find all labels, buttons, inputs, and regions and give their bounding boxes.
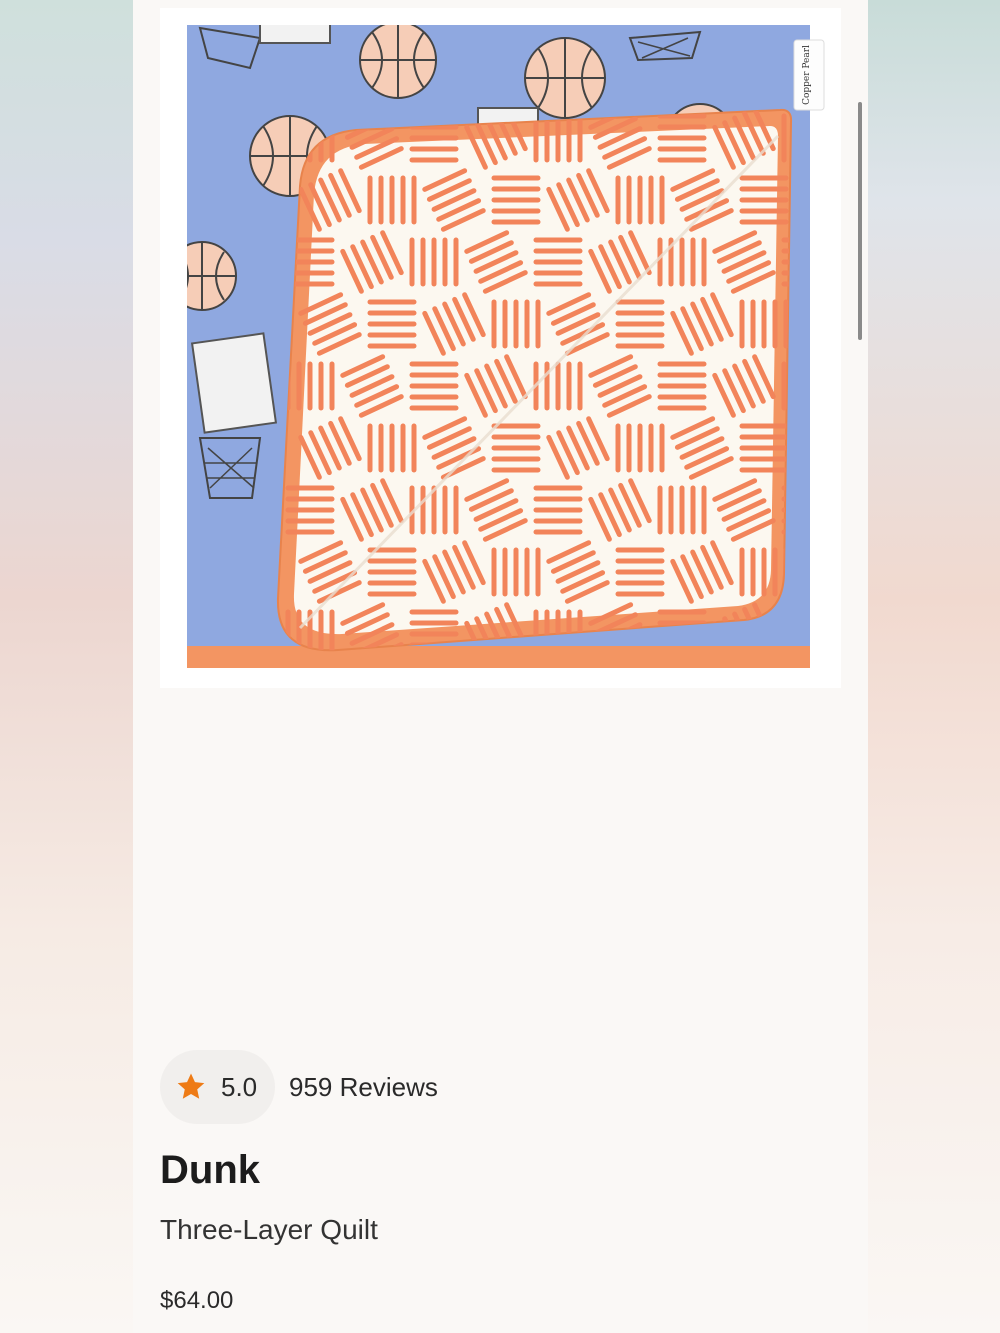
dash-stroke bbox=[817, 180, 836, 220]
dash-stroke bbox=[311, 681, 330, 688]
dash-stroke bbox=[811, 573, 841, 592]
dash-stroke bbox=[434, 687, 474, 688]
star-icon bbox=[177, 1073, 205, 1099]
dash-stroke bbox=[677, 677, 717, 688]
brand-tag: Copper Pearl bbox=[793, 39, 825, 111]
product-type: Three-Layer Quilt bbox=[160, 1214, 378, 1245]
background-left bbox=[0, 0, 133, 1333]
dash-stroke bbox=[827, 671, 841, 688]
reviews-link[interactable]: 959 Reviews bbox=[289, 1070, 438, 1104]
dash-cluster bbox=[301, 667, 359, 688]
dash-stroke bbox=[589, 667, 608, 688]
dash-stroke bbox=[579, 671, 598, 688]
dash-stroke bbox=[839, 109, 841, 128]
dash-stroke bbox=[682, 687, 722, 688]
dash-cluster bbox=[839, 357, 841, 415]
dash-cluster bbox=[425, 667, 483, 688]
product-price: $64.00 bbox=[160, 1287, 234, 1314]
quilt-bottom-trim bbox=[187, 646, 810, 668]
dash-stroke bbox=[837, 667, 841, 688]
product-name: Dunk bbox=[160, 1148, 260, 1192]
dash-stroke bbox=[827, 175, 841, 215]
dash-stroke bbox=[839, 605, 841, 624]
dash-stroke bbox=[341, 667, 360, 688]
dash-stroke bbox=[806, 315, 841, 334]
dash-stroke bbox=[815, 583, 841, 602]
dash-stroke bbox=[839, 357, 841, 376]
svg-text:Copper Pearl: Copper Pearl bbox=[802, 45, 812, 105]
dash-stroke bbox=[839, 499, 841, 539]
product-page: Copper Pearl 5.0 959 Reviews Dunk Three-… bbox=[133, 0, 868, 1333]
dash-stroke bbox=[797, 685, 816, 688]
rating-value: 5.0 bbox=[221, 1072, 258, 1102]
dash-cluster bbox=[673, 667, 731, 688]
dash-stroke bbox=[429, 677, 469, 688]
dash-stroke bbox=[817, 676, 836, 688]
dash-stroke bbox=[815, 335, 841, 354]
dash-stroke bbox=[806, 563, 841, 582]
dash-cluster bbox=[797, 667, 841, 688]
dash-stroke bbox=[837, 419, 841, 459]
background-right bbox=[868, 0, 1000, 1333]
dash-stroke bbox=[549, 685, 568, 688]
dash-stroke bbox=[807, 681, 826, 688]
product-image[interactable]: Copper Pearl bbox=[160, 8, 841, 688]
dash-stroke bbox=[817, 428, 836, 468]
dash-cluster bbox=[742, 674, 786, 688]
dash-stroke bbox=[811, 325, 841, 344]
quilt-illustration: Copper Pearl bbox=[187, 25, 841, 688]
dash-stroke bbox=[673, 667, 713, 686]
scrollbar[interactable] bbox=[858, 102, 862, 340]
dash-stroke bbox=[331, 671, 350, 688]
dash-cluster bbox=[618, 674, 662, 688]
dash-stroke bbox=[837, 171, 841, 211]
basketball-icon bbox=[187, 241, 237, 311]
basketball-icon bbox=[359, 25, 437, 99]
dash-stroke bbox=[839, 251, 841, 291]
dash-cluster bbox=[839, 233, 841, 291]
dash-stroke bbox=[301, 685, 320, 688]
dash-stroke bbox=[559, 681, 578, 688]
dash-cluster bbox=[549, 667, 607, 688]
dash-stroke bbox=[569, 676, 588, 688]
dash-stroke bbox=[321, 676, 340, 688]
dash-cluster bbox=[839, 481, 841, 539]
dash-cluster bbox=[839, 605, 841, 663]
dash-cluster bbox=[370, 674, 414, 688]
dash-cluster bbox=[494, 674, 538, 688]
dash-stroke bbox=[827, 423, 841, 463]
dash-stroke bbox=[425, 667, 465, 686]
basketball-icon bbox=[524, 37, 606, 119]
dash-cluster bbox=[839, 109, 841, 167]
